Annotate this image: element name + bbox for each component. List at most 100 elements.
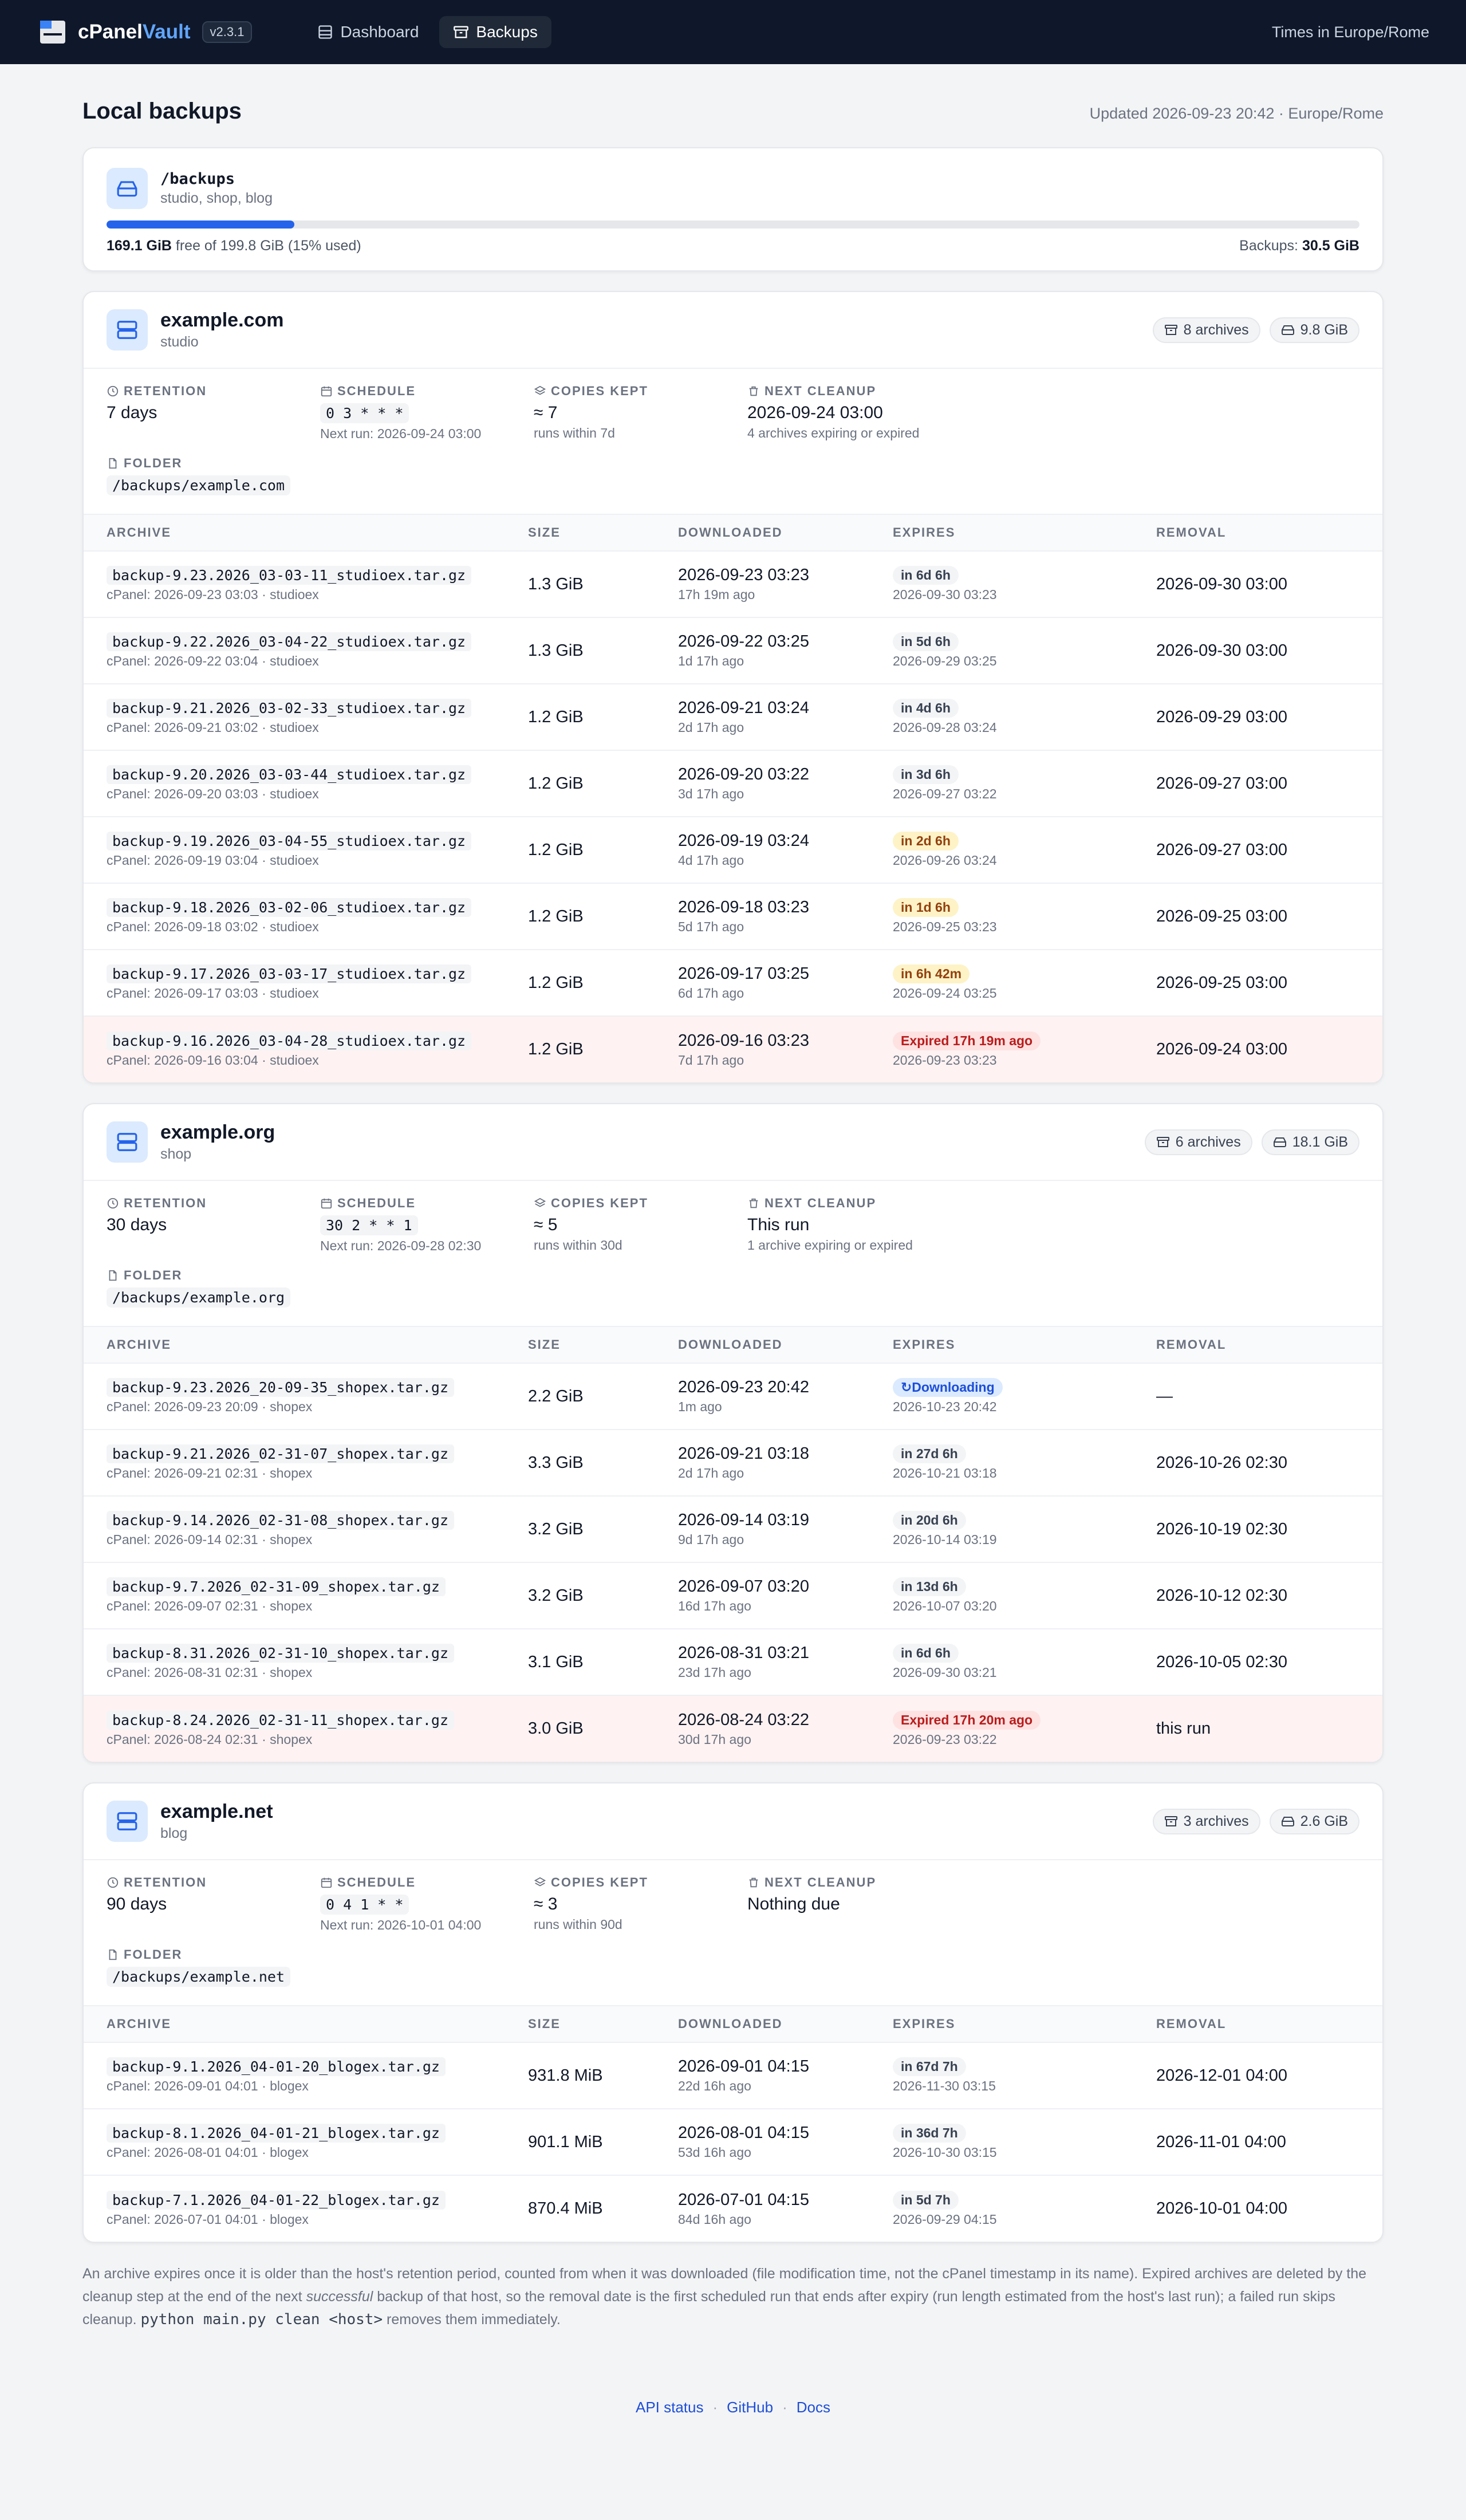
- expiry-badge: in 6h 42m: [893, 964, 970, 983]
- archive-filename[interactable]: backup-9.23.2026_20-09-35_shopex.tar.gz: [107, 1378, 454, 1397]
- meta-copies: Copies kept ≈ 5 runs within 30d: [534, 1196, 747, 1254]
- archive-size: 931.8 MiB: [528, 2066, 603, 2085]
- table-row[interactable]: backup-9.21.2026_02-31-07_shopex.tar.gz …: [84, 1430, 1382, 1497]
- expiry-badge: in 36d 7h: [893, 2124, 966, 2143]
- table-row[interactable]: backup-9.21.2026_03-02-33_studioex.tar.g…: [84, 684, 1382, 751]
- table-row[interactable]: backup-9.22.2026_03-04-22_studioex.tar.g…: [84, 617, 1382, 684]
- archive-filename[interactable]: backup-9.16.2026_03-04-28_studioex.tar.g…: [107, 1031, 472, 1050]
- archive-filename[interactable]: backup-9.21.2026_03-02-33_studioex.tar.g…: [107, 699, 472, 718]
- table-row[interactable]: backup-7.1.2026_04-01-22_blogex.tar.gz c…: [84, 2175, 1382, 2242]
- col-size[interactable]: SIZE: [528, 2005, 678, 2043]
- meta-retention: Retention 7 days: [107, 384, 320, 442]
- drive-icon: [1273, 1135, 1292, 1149]
- archive-filename[interactable]: backup-8.1.2026_04-01-21_blogex.tar.gz: [107, 2124, 446, 2143]
- table-row[interactable]: backup-9.19.2026_03-04-55_studioex.tar.g…: [84, 817, 1382, 884]
- downloaded-at: 2026-09-20 03:22: [678, 765, 809, 783]
- backups-total: Backups: 30.5 GiB: [1239, 238, 1359, 254]
- folder-path[interactable]: /backups/example.net: [107, 1967, 291, 1987]
- folder-path[interactable]: /backups/example.com: [107, 475, 291, 495]
- archive-source: cPanel: 2026-09-19 03:04 · studioex: [107, 853, 319, 868]
- archive-filename[interactable]: backup-9.21.2026_02-31-07_shopex.tar.gz: [107, 1444, 454, 1463]
- retention-value: 7 days: [107, 403, 157, 422]
- downloaded-ago: 84d 16h ago: [678, 2211, 751, 2227]
- archive-filename[interactable]: backup-9.17.2026_03-03-17_studioex.tar.g…: [107, 964, 472, 983]
- archive-filename[interactable]: backup-9.1.2026_04-01-20_blogex.tar.gz: [107, 2057, 446, 2076]
- archive-filename[interactable]: backup-9.14.2026_02-31-08_shopex.tar.gz: [107, 1511, 454, 1530]
- table-row[interactable]: backup-9.14.2026_02-31-08_shopex.tar.gz …: [84, 1496, 1382, 1563]
- col-archive[interactable]: ARCHIVE: [84, 514, 528, 552]
- host-name[interactable]: example.org: [160, 1121, 275, 1144]
- meta-copies: Copies kept ≈ 3 runs within 90d: [534, 1875, 747, 1934]
- footer-link-docs[interactable]: Docs: [797, 2399, 830, 2416]
- table-row[interactable]: backup-8.1.2026_04-01-21_blogex.tar.gz c…: [84, 2109, 1382, 2176]
- footer-link-github[interactable]: GitHub: [727, 2399, 773, 2416]
- col-archive[interactable]: ARCHIVE: [84, 1326, 528, 1364]
- expires-at: 2026-10-30 03:15: [893, 2145, 997, 2160]
- table-row[interactable]: backup-9.16.2026_03-04-28_studioex.tar.g…: [84, 1016, 1382, 1082]
- downloaded-ago: 4d 17h ago: [678, 853, 744, 868]
- archive-source: cPanel: 2026-09-18 03:02 · studioex: [107, 919, 319, 934]
- layers-icon: [534, 1876, 551, 1889]
- cleanup-value: This run: [747, 1215, 810, 1234]
- downloaded-at: 2026-08-31 03:21: [678, 1644, 809, 1662]
- archive-filename[interactable]: backup-9.7.2026_02-31-09_shopex.tar.gz: [107, 1577, 446, 1596]
- col-expires[interactable]: EXPIRES: [893, 2005, 1156, 2043]
- expiry-badge: in 20d 6h: [893, 1511, 966, 1530]
- nav-backups[interactable]: Backups: [439, 16, 551, 48]
- col-downloaded[interactable]: DOWNLOADED: [678, 1326, 893, 1364]
- col-expires[interactable]: EXPIRES: [893, 1326, 1156, 1364]
- file-icon: [107, 1269, 124, 1282]
- meta-schedule: Schedule 0 3 * * * Next run: 2026-09-24 …: [320, 384, 482, 441]
- table-row[interactable]: backup-8.24.2026_02-31-11_shopex.tar.gz …: [84, 1695, 1382, 1762]
- archive-filename[interactable]: backup-9.23.2026_03-03-11_studioex.tar.g…: [107, 566, 472, 585]
- downloaded-at: 2026-08-01 04:15: [678, 2124, 809, 2142]
- downloaded-ago: 53d 16h ago: [678, 2145, 751, 2160]
- host-size-chip: 18.1 GiB: [1261, 1129, 1359, 1155]
- table-row[interactable]: backup-9.17.2026_03-03-17_studioex.tar.g…: [84, 950, 1382, 1017]
- table-row[interactable]: backup-9.7.2026_02-31-09_shopex.tar.gz c…: [84, 1562, 1382, 1629]
- archive-filename[interactable]: backup-8.24.2026_02-31-11_shopex.tar.gz: [107, 1710, 454, 1730]
- version-badge: v2.3.1: [202, 21, 253, 43]
- meta-copies: Copies kept ≈ 7 runs within 7d: [534, 384, 747, 442]
- archive-filename[interactable]: backup-9.19.2026_03-04-55_studioex.tar.g…: [107, 832, 472, 850]
- folder-path[interactable]: /backups/example.org: [107, 1287, 291, 1308]
- table-header: ARCHIVE SIZE DOWNLOADED EXPIRES REMOVAL: [84, 514, 1382, 552]
- host-header: example.com studio 8 archives 9.8 GiB: [84, 292, 1382, 369]
- table-row[interactable]: backup-9.18.2026_03-02-06_studioex.tar.g…: [84, 883, 1382, 950]
- col-removal[interactable]: REMOVAL: [1156, 514, 1382, 552]
- col-removal[interactable]: REMOVAL: [1156, 2005, 1382, 2043]
- archive-filename[interactable]: backup-8.31.2026_02-31-10_shopex.tar.gz: [107, 1644, 454, 1663]
- footer-link-api-status[interactable]: API status: [636, 2399, 704, 2416]
- archive-filename[interactable]: backup-7.1.2026_04-01-22_blogex.tar.gz: [107, 2190, 446, 2210]
- table-row[interactable]: backup-8.31.2026_02-31-10_shopex.tar.gz …: [84, 1629, 1382, 1696]
- footer: API status · GitHub · Docs: [635, 2399, 830, 2416]
- archive-filename[interactable]: backup-9.20.2026_03-03-44_studioex.tar.g…: [107, 765, 472, 784]
- col-size[interactable]: SIZE: [528, 514, 678, 552]
- table-row[interactable]: backup-9.1.2026_04-01-20_blogex.tar.gz c…: [84, 2042, 1382, 2109]
- col-downloaded[interactable]: DOWNLOADED: [678, 514, 893, 552]
- downloaded-at: 2026-09-17 03:25: [678, 964, 809, 983]
- col-archive[interactable]: ARCHIVE: [84, 2005, 528, 2043]
- archive-icon: [454, 26, 469, 38]
- expires-at: 2026-09-27 03:22: [893, 786, 997, 801]
- brand[interactable]: cPanelVault v2.3.1: [39, 18, 253, 46]
- col-downloaded[interactable]: DOWNLOADED: [678, 2005, 893, 2043]
- removal-date: 2026-12-01 04:00: [1156, 2066, 1287, 2085]
- table-row[interactable]: backup-9.23.2026_03-03-11_studioex.tar.g…: [84, 551, 1382, 618]
- archive-filename[interactable]: backup-9.18.2026_03-02-06_studioex.tar.g…: [107, 898, 472, 917]
- table-row[interactable]: backup-9.20.2026_03-03-44_studioex.tar.g…: [84, 750, 1382, 817]
- removal-date: 2026-09-24 03:00: [1156, 1040, 1287, 1058]
- removal-date: 2026-10-01 04:00: [1156, 2199, 1287, 2218]
- col-expires[interactable]: EXPIRES: [893, 514, 1156, 552]
- expires-at: 2026-09-25 03:23: [893, 919, 997, 934]
- removal-date: 2026-09-25 03:00: [1156, 973, 1287, 992]
- nav-dashboard[interactable]: Dashboard: [304, 16, 432, 48]
- host-name[interactable]: example.com: [160, 309, 283, 332]
- col-size[interactable]: SIZE: [528, 1326, 678, 1364]
- archive-filename[interactable]: backup-9.22.2026_03-04-22_studioex.tar.g…: [107, 632, 472, 651]
- host-card: example.org shop 6 archives 18.1 GiB Ret…: [82, 1103, 1384, 1763]
- cleanup-value: Nothing due: [747, 1895, 840, 1913]
- col-removal[interactable]: REMOVAL: [1156, 1326, 1382, 1364]
- host-name[interactable]: example.net: [160, 1801, 273, 1823]
- table-row[interactable]: backup-9.23.2026_20-09-35_shopex.tar.gz …: [84, 1363, 1382, 1430]
